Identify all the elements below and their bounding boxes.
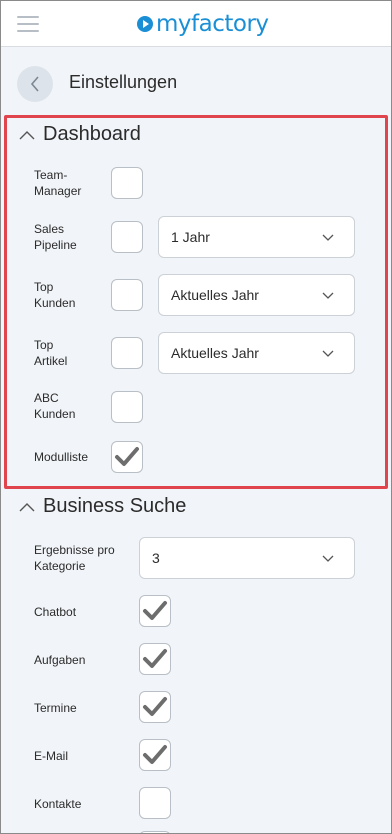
top-artikel-label: Top Artikel	[34, 338, 68, 368]
kontakte-label: Kontakte	[34, 797, 82, 811]
termine-label: Termine	[34, 701, 77, 715]
logo-play-icon	[137, 16, 153, 32]
top-kunden-select-value: Aktuelles Jahr	[171, 287, 259, 303]
chatbot-checkbox[interactable]	[139, 595, 171, 627]
ergebnisse-select[interactable]: 3	[139, 537, 355, 579]
chevron-down-icon	[322, 234, 334, 241]
sales-pipeline-checkbox[interactable]	[111, 221, 143, 253]
modulliste-checkbox[interactable]	[111, 441, 143, 473]
sales-pipeline-label: Sales Pipeline	[34, 222, 77, 252]
business-suche-section-header[interactable]: Business Suche	[19, 495, 186, 518]
sales-pipeline-select[interactable]: 1 Jahr	[158, 216, 355, 258]
chevron-down-icon	[322, 555, 334, 562]
chevron-down-icon	[322, 292, 334, 299]
dashboard-title: Dashboard	[43, 123, 141, 145]
checkmark-icon	[143, 649, 167, 668]
email-checkbox[interactable]	[139, 739, 171, 771]
ergebnisse-select-value: 3	[152, 550, 160, 566]
top-kunden-checkbox[interactable]	[111, 279, 143, 311]
checkmark-icon	[143, 601, 167, 620]
checkmark-icon	[143, 697, 167, 716]
business-suche-title: Business Suche	[43, 495, 187, 517]
chevron-left-icon	[30, 76, 39, 92]
hamburger-icon[interactable]	[17, 16, 39, 32]
team-manager-checkbox[interactable]	[111, 167, 143, 199]
logo-text: myfactory	[156, 11, 269, 37]
back-button[interactable]	[17, 66, 53, 102]
checkmark-icon	[143, 745, 167, 764]
top-kunden-select[interactable]: Aktuelles Jahr	[158, 274, 355, 316]
top-artikel-checkbox[interactable]	[111, 337, 143, 369]
aufgaben-label: Aufgaben	[34, 653, 86, 667]
logo: myfactory	[137, 10, 269, 38]
dashboard-section-header[interactable]: Dashboard	[19, 123, 141, 146]
chevron-up-icon	[19, 502, 35, 511]
checkmark-icon	[115, 447, 139, 466]
chevron-up-icon	[19, 130, 35, 139]
kontakte-checkbox[interactable]	[139, 787, 171, 819]
aufgaben-checkbox[interactable]	[139, 643, 171, 675]
abc-kunden-checkbox[interactable]	[111, 391, 143, 423]
abc-kunden-label: ABC Kunden	[34, 391, 76, 421]
ergebnisse-label: Ergebnisse pro Kategorie	[34, 543, 115, 573]
sales-pipeline-select-value: 1 Jahr	[171, 229, 210, 245]
email-label: E-Mail	[34, 749, 69, 763]
top-kunden-label: Top Kunden	[34, 280, 76, 310]
termine-checkbox[interactable]	[139, 691, 171, 723]
title-bar: Einstellungen	[1, 48, 391, 118]
top-header: myfactory	[1, 1, 391, 47]
top-artikel-select-value: Aktuelles Jahr	[171, 345, 259, 361]
top-artikel-select[interactable]: Aktuelles Jahr	[158, 332, 355, 374]
page-title: Einstellungen	[69, 72, 178, 92]
app-frame: myfactory Einstellungen Dashboard Team- …	[0, 0, 392, 834]
team-manager-label: Team- Manager	[34, 168, 82, 198]
modulliste-label: Modulliste	[34, 450, 89, 464]
chevron-down-icon	[322, 350, 334, 357]
chatbot-label: Chatbot	[34, 605, 77, 619]
